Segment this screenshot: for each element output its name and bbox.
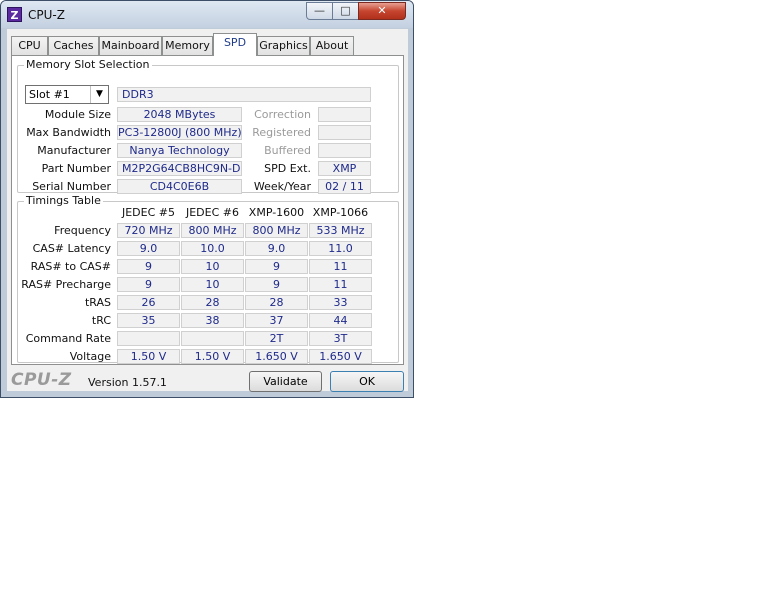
timing-cell: 2T (245, 331, 308, 346)
version-label: Version 1.57.1 (88, 376, 167, 389)
timing-cell: 11.0 (309, 241, 372, 256)
buffered-label: Buffered (264, 144, 311, 157)
timing-cell: 11 (309, 259, 372, 274)
max-bandwidth-field: PC3-12800J (800 MHz) (117, 125, 242, 140)
timing-cell: 1.650 V (309, 349, 372, 364)
serial-number-field: CD4C0E6B (117, 179, 242, 194)
timing-cell: 9.0 (117, 241, 180, 256)
maximize-button[interactable]: □ (332, 2, 359, 20)
timing-cell (181, 331, 244, 346)
timing-cell: 33 (309, 295, 372, 310)
timing-cell: 9 (245, 259, 308, 274)
memory-type-field: DDR3 (117, 87, 371, 102)
spd-ext-label: SPD Ext. (264, 162, 311, 175)
timing-cell: 26 (117, 295, 180, 310)
timing-cell: 38 (181, 313, 244, 328)
timing-cell: 35 (117, 313, 180, 328)
timing-cell: 28 (181, 295, 244, 310)
timing-cell: 533 MHz (309, 223, 372, 238)
minimize-button[interactable]: — (306, 2, 333, 20)
part-number-field: M2P2G64CB8HC9N-DG (117, 161, 242, 176)
memory-slot-group-label: Memory Slot Selection (24, 58, 152, 71)
timing-cell: 37 (245, 313, 308, 328)
spd-panel: Memory Slot Selection Slot #1 ▼ DDR3 Mod… (11, 55, 404, 365)
timings-col-header: JEDEC #5 (121, 206, 175, 219)
validate-button[interactable]: Validate (249, 371, 322, 392)
timings-col-header: XMP-1066 (312, 206, 369, 219)
timing-row-label: RAS# to CAS# (30, 260, 111, 273)
serial-number-label: Serial Number (32, 180, 111, 193)
timing-row-label: tRAS (84, 296, 111, 309)
timing-cell: 44 (309, 313, 372, 328)
timing-cell: 800 MHz (245, 223, 308, 238)
tab-cpu[interactable]: CPU (11, 36, 48, 55)
timing-cell: 1.50 V (181, 349, 244, 364)
timing-cell: 9 (245, 277, 308, 292)
tab-spd[interactable]: SPD (213, 33, 257, 56)
title-bar[interactable]: Z CPU-Z — □ ✕ (1, 1, 413, 28)
footer: CPU-Z Version 1.57.1 Validate OK (7, 367, 408, 392)
timing-cell: 720 MHz (117, 223, 180, 238)
timing-cell: 9.0 (245, 241, 308, 256)
timings-col-header: JEDEC #6 (185, 206, 239, 219)
timing-cell: 10.0 (181, 241, 244, 256)
memory-slot-group: Memory Slot Selection Slot #1 ▼ DDR3 Mod… (17, 58, 399, 194)
ok-button[interactable]: OK (330, 371, 404, 392)
timing-cell: 1.650 V (245, 349, 308, 364)
tab-caches[interactable]: Caches (48, 36, 99, 55)
timing-cell: 11 (309, 277, 372, 292)
week-year-field: 02 / 11 (318, 179, 371, 194)
correction-field (318, 107, 371, 122)
manufacturer-field: Nanya Technology (117, 143, 242, 158)
minimize-icon: — (314, 4, 325, 17)
module-size-label: Module Size (44, 108, 111, 121)
timing-cell: 28 (245, 295, 308, 310)
registered-label: Registered (252, 126, 311, 139)
slot-select[interactable]: Slot #1 ▼ (25, 85, 109, 104)
client-area: CPU Caches Mainboard Memory SPD Graphics… (7, 29, 408, 392)
cpu-z-app-icon: Z (7, 7, 22, 22)
buffered-field (318, 143, 371, 158)
window-title: CPU-Z (28, 8, 65, 22)
tab-memory[interactable]: Memory (162, 36, 213, 55)
timing-cell: 9 (117, 277, 180, 292)
correction-label: Correction (254, 108, 311, 121)
timing-row-label: RAS# Precharge (21, 278, 111, 291)
max-bandwidth-label: Max Bandwidth (26, 126, 111, 139)
close-button[interactable]: ✕ (358, 2, 406, 20)
timing-row-label: Command Rate (25, 332, 111, 345)
tab-graphics[interactable]: Graphics (257, 36, 310, 55)
timing-cell: 1.50 V (117, 349, 180, 364)
close-icon: ✕ (377, 4, 387, 17)
module-size-field: 2048 MBytes (117, 107, 242, 122)
timing-cell (117, 331, 180, 346)
tab-about[interactable]: About (310, 36, 354, 55)
slot-select-value: Slot #1 (29, 88, 70, 101)
manufacturer-label: Manufacturer (37, 144, 111, 157)
cpu-z-window: Z CPU-Z — □ ✕ CPU Caches Mainboard Memor… (0, 0, 414, 398)
timing-row-label: CAS# Latency (32, 242, 111, 255)
cpu-z-logo: CPU-Z (11, 370, 72, 390)
registered-field (318, 125, 371, 140)
timing-cell: 10 (181, 259, 244, 274)
part-number-label: Part Number (41, 162, 111, 175)
timing-cell: 3T (309, 331, 372, 346)
timing-row-label: Frequency (54, 224, 111, 237)
timings-col-header: XMP-1600 (248, 206, 305, 219)
timings-group: Timings Table JEDEC #5 JEDEC #6 XMP-1600… (17, 194, 399, 364)
timing-row-label: Voltage (69, 350, 111, 363)
maximize-icon: □ (340, 4, 351, 17)
timing-cell: 800 MHz (181, 223, 244, 238)
week-year-label: Week/Year (253, 180, 311, 193)
timing-row-label: tRC (91, 314, 111, 327)
tab-mainboard[interactable]: Mainboard (99, 36, 162, 55)
timing-cell: 9 (117, 259, 180, 274)
timing-cell: 10 (181, 277, 244, 292)
chevron-down-icon[interactable]: ▼ (90, 86, 108, 103)
timings-group-label: Timings Table (24, 194, 103, 207)
spd-ext-field: XMP (318, 161, 371, 176)
